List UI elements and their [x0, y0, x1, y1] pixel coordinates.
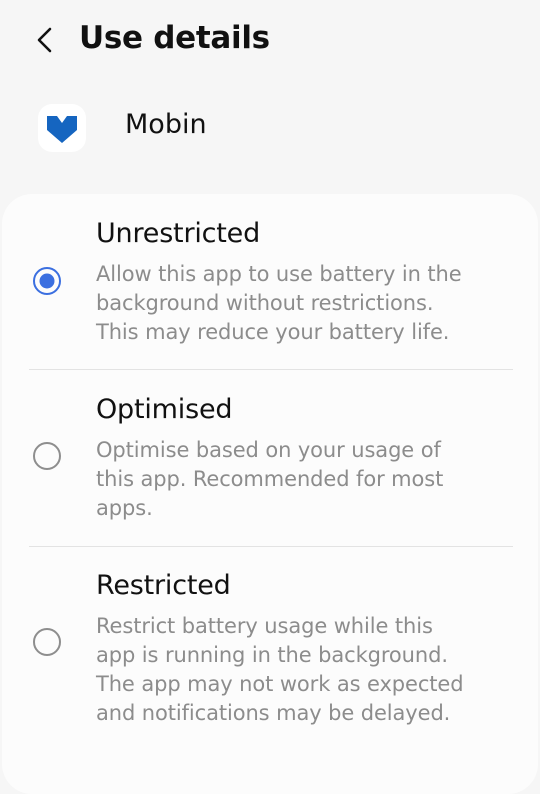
option-unrestricted[interactable]: Unrestricted Allow this app to use batte… — [2, 218, 538, 368]
option-title: Optimised — [96, 394, 233, 425]
divider — [29, 369, 513, 370]
app-info-row: Mobin — [0, 98, 540, 158]
option-description: Optimise based on your usage of this app… — [96, 436, 496, 523]
description-line: background without restrictions. — [96, 291, 434, 315]
mobin-app-icon — [38, 104, 86, 152]
radio-optimised[interactable] — [33, 442, 61, 470]
description-line: This may reduce your battery life. — [96, 320, 450, 344]
app-name: Mobin — [125, 109, 207, 140]
description-line: Allow this app to use battery in the — [96, 262, 462, 286]
description-line: The app may not work as expected — [96, 672, 464, 696]
description-line: and notifications may be delayed. — [96, 701, 451, 725]
radio-unrestricted[interactable] — [33, 267, 61, 295]
radio-restricted[interactable] — [33, 628, 61, 656]
description-line: app is running in the background. — [96, 643, 448, 667]
divider — [29, 546, 513, 547]
option-description: Restrict battery usage while this app is… — [96, 612, 496, 728]
description-line: apps. — [96, 496, 153, 520]
back-button[interactable] — [28, 23, 62, 57]
option-optimised[interactable]: Optimised Optimise based on your usage o… — [2, 394, 538, 544]
battery-options-card: Unrestricted Allow this app to use batte… — [2, 194, 538, 794]
option-description: Allow this app to use battery in the bac… — [96, 260, 496, 347]
option-title: Unrestricted — [96, 218, 261, 249]
description-line: Optimise based on your usage of — [96, 438, 441, 462]
description-line: this app. Recommended for most — [96, 467, 444, 491]
header-bar: Use details — [0, 0, 540, 84]
chevron-left-icon — [37, 27, 52, 53]
description-line: Restrict battery usage while this — [96, 614, 433, 638]
option-restricted[interactable]: Restricted Restrict battery usage while … — [2, 570, 538, 730]
page-title: Use details — [79, 20, 270, 56]
option-title: Restricted — [96, 570, 231, 601]
